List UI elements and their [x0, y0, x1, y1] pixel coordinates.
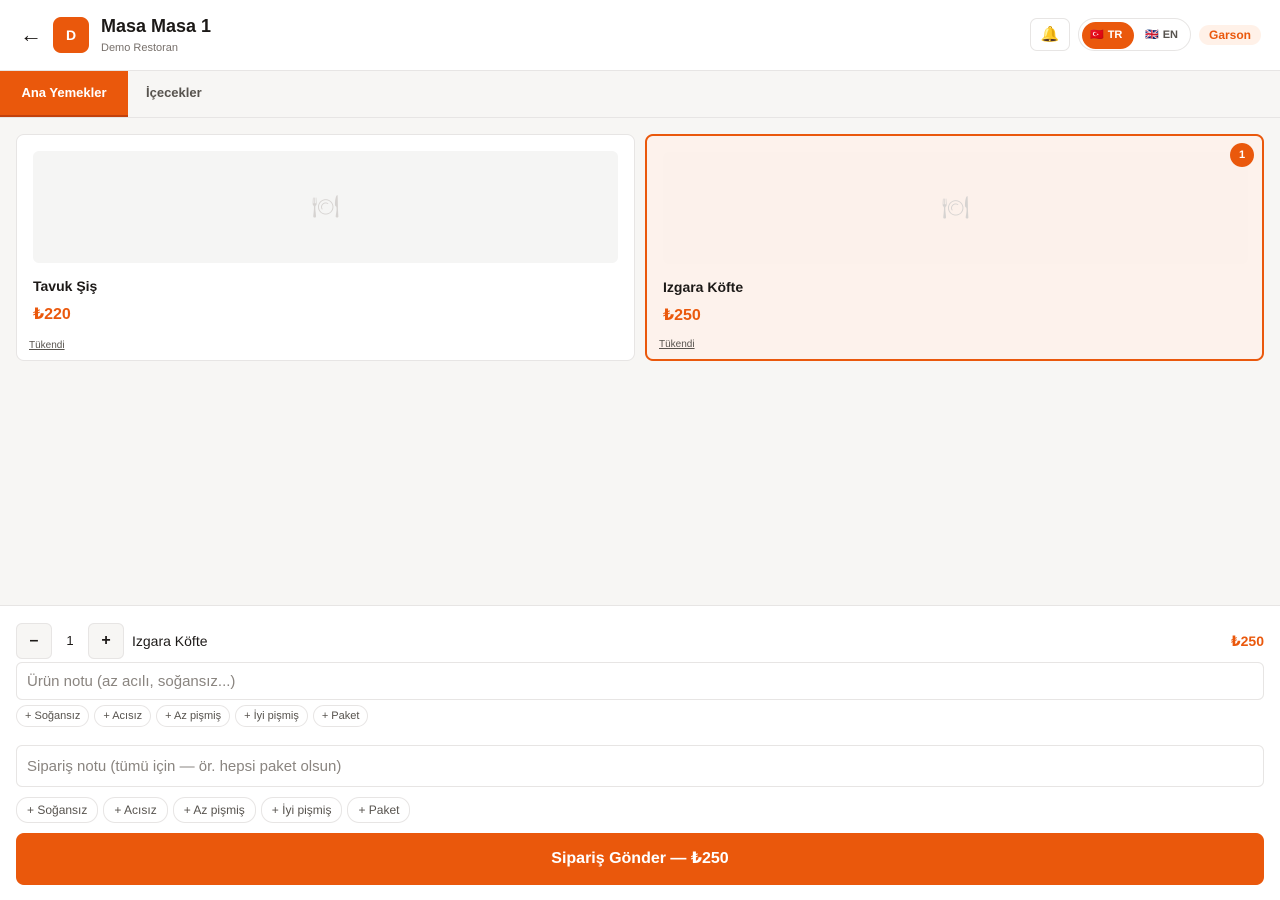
language-tr-button[interactable]: 🇹🇷 TR: [1082, 22, 1134, 49]
item-chip-sogansiz[interactable]: + Soğansız: [16, 705, 90, 727]
top-header: ← D Masa Masa 1 Demo Restoran 🔔 🇹🇷 TR 🇬🇧 E…: [0, 0, 1280, 71]
product-price: ₺250: [663, 307, 701, 324]
product-price: ₺220: [33, 306, 71, 323]
product-card-izgara-kofte[interactable]: 🍽 1 Izgara Köfte ₺250 Tükendi: [645, 134, 1264, 361]
product-card-tavuk-sis[interactable]: 🍽 Tavuk Şiş ₺220 Tükendi: [16, 134, 635, 361]
category-tabs: Ana Yemekler İçecekler: [0, 71, 1280, 118]
item-note-chips: + Soğansız + Acısız + Az pişmiş + İyi pi…: [16, 705, 369, 727]
item-chip-paket[interactable]: + Paket: [312, 705, 369, 727]
quantity-value: 1: [66, 633, 74, 648]
product-name: Izgara Köfte: [663, 279, 744, 295]
plate-icon: 🍽: [33, 151, 618, 263]
order-line-price: ₺250: [1230, 633, 1264, 649]
order-chip-paket[interactable]: + Paket: [347, 797, 411, 823]
language-en-label: EN: [1162, 29, 1178, 41]
submit-order-button[interactable]: Sipariş Gönder — ₺250: [16, 833, 1264, 885]
item-note-input[interactable]: [16, 662, 1264, 700]
restaurant-name: Demo Restoran: [101, 42, 179, 54]
bell-icon[interactable]: 🔔: [1030, 18, 1070, 51]
order-chip-acisiz[interactable]: + Acısız: [103, 797, 168, 823]
product-name: Tavuk Şiş: [33, 278, 98, 294]
sold-out-toggle[interactable]: Tükendi: [659, 339, 695, 350]
decrease-quantity-button[interactable]: –: [16, 623, 52, 659]
item-chip-acisiz[interactable]: + Acısız: [94, 705, 152, 727]
page-title: Masa Masa 1: [101, 16, 212, 36]
increase-quantity-button[interactable]: +: [88, 623, 124, 659]
turkey-flag-icon: 🇹🇷: [1090, 29, 1104, 41]
item-chip-iyi-pismis[interactable]: + İyi pişmiş: [235, 705, 308, 727]
plate-icon: 🍽: [663, 152, 1248, 264]
sold-out-toggle[interactable]: Tükendi: [29, 340, 65, 351]
language-switcher: 🇹🇷 TR 🇬🇧 EN: [1078, 18, 1191, 51]
role-badge: Garson: [1199, 25, 1262, 45]
order-panel: – 1 + Izgara Köfte ₺250 + Soğansız + Acı…: [0, 605, 1280, 900]
order-note-input[interactable]: [16, 745, 1264, 787]
uk-flag-icon: 🇬🇧: [1145, 29, 1159, 41]
restaurant-logo: D: [53, 17, 89, 53]
tab-ana-yemekler[interactable]: Ana Yemekler: [0, 71, 128, 117]
tab-icecekler[interactable]: İçecekler: [146, 71, 202, 117]
item-chip-az-pismis[interactable]: + Az pişmiş: [156, 705, 231, 727]
order-chip-iyi-pismis[interactable]: + İyi pişmiş: [260, 797, 343, 823]
back-arrow-icon[interactable]: ←: [18, 22, 44, 48]
cart-count-badge: 1: [1230, 143, 1254, 167]
order-chip-sogansiz[interactable]: + Soğansız: [16, 797, 99, 823]
order-note-chips: + Soğansız + Acısız + Az pişmiş + İyi pi…: [16, 797, 411, 823]
language-tr-label: TR: [1107, 29, 1123, 41]
language-en-button[interactable]: 🇬🇧 EN: [1137, 22, 1189, 49]
order-chip-az-pismis[interactable]: + Az pişmiş: [172, 797, 256, 823]
order-line-name: Izgara Köfte: [132, 633, 208, 649]
